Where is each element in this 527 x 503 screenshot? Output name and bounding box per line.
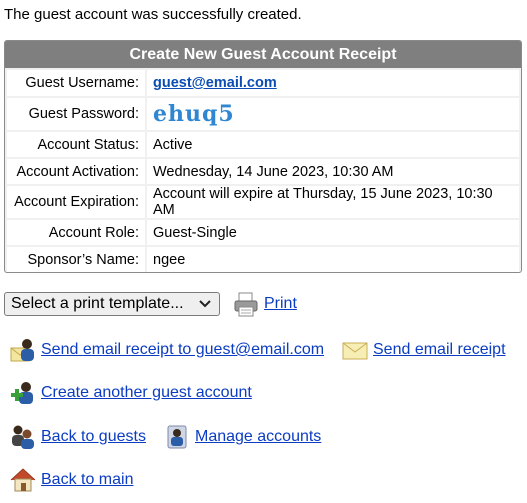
table-row: Sponsor’s Name: ngee (7, 247, 519, 272)
manage-accounts-action[interactable]: Manage accounts (163, 423, 321, 451)
guest-username-link[interactable]: guest@email.com (153, 75, 277, 91)
user-manage-icon (167, 425, 187, 449)
row-label: Guest Username: (7, 70, 145, 96)
success-message: The guest account was successfully creat… (4, 6, 302, 23)
back-to-main-action[interactable]: Back to main (9, 466, 133, 494)
row-label: Sponsor’s Name: (7, 247, 145, 272)
user-email-icon (10, 339, 34, 362)
envelope-icon (342, 342, 368, 360)
table-row: Account Role: Guest-Single (7, 220, 519, 245)
receipt-table: Guest Username: guest@email.com Guest Pa… (5, 68, 521, 272)
create-another-link[interactable]: Create another guest account (41, 384, 252, 402)
send-receipt-link[interactable]: Send email receipt (373, 341, 506, 359)
send-receipt-action[interactable]: Send email receipt (341, 336, 506, 364)
account-expiration: Account will expire at Thursday, 15 June… (147, 186, 519, 218)
table-row: Account Activation: Wednesday, 14 June 2… (7, 159, 519, 184)
account-status: Active (147, 132, 519, 157)
send-receipt-to-link[interactable]: Send email receipt to guest@email.com (41, 341, 324, 359)
row-label: Account Role: (7, 220, 145, 245)
sponsor-name: ngee (147, 247, 519, 272)
guest-password: ehuq5 (153, 101, 235, 127)
row-label: Account Status: (7, 132, 145, 157)
table-row: Account Status: Active (7, 132, 519, 157)
account-role: Guest-Single (147, 220, 519, 245)
receipt-panel: Create New Guest Account Receipt Guest U… (4, 40, 522, 273)
users-icon (12, 425, 34, 449)
row-label: Account Expiration: (7, 186, 145, 218)
print-link[interactable]: Print (264, 295, 297, 313)
printer-icon (234, 292, 258, 317)
manage-accounts-link[interactable]: Manage accounts (195, 428, 321, 446)
print-action[interactable]: Print (232, 290, 297, 318)
row-label: Account Activation: (7, 159, 145, 184)
table-row: Guest Password: ehuq5 (7, 98, 519, 130)
table-row: Account Expiration: Account will expire … (7, 186, 519, 218)
user-add-icon (11, 382, 33, 404)
create-another-action[interactable]: Create another guest account (9, 379, 252, 407)
account-activation: Wednesday, 14 June 2023, 10:30 AM (147, 159, 519, 184)
print-template-select[interactable]: Select a print template... (4, 292, 220, 316)
back-to-guests-action[interactable]: Back to guests (9, 423, 146, 451)
back-to-guests-link[interactable]: Back to guests (41, 428, 146, 446)
table-row: Guest Username: guest@email.com (7, 70, 519, 96)
row-label: Guest Password: (7, 98, 145, 130)
print-template-value: Select a print template... (11, 295, 184, 312)
home-icon (10, 468, 36, 492)
send-receipt-to-action[interactable]: Send email receipt to guest@email.com (9, 336, 324, 364)
receipt-title: Create New Guest Account Receipt (5, 41, 521, 68)
back-to-main-link[interactable]: Back to main (41, 471, 133, 489)
chevron-down-icon (199, 300, 211, 308)
